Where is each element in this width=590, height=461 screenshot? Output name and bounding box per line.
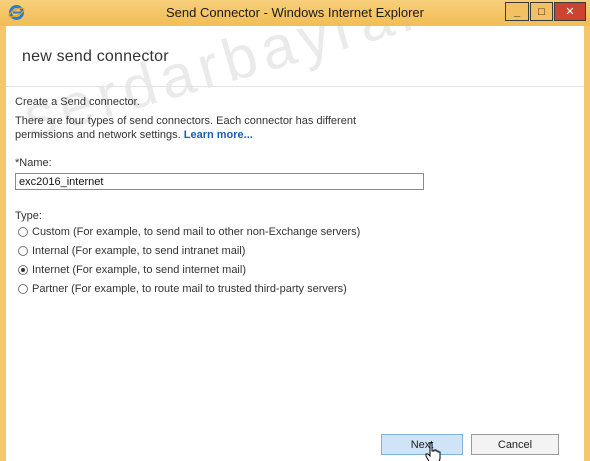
radio-label-internal: Internal (For example, to send intranet … [32,245,246,257]
next-button[interactable]: Next [381,434,463,455]
type-option-custom[interactable]: Custom (For example, to send mail to oth… [18,225,360,239]
cancel-button[interactable]: Cancel [471,434,559,455]
learn-more-link[interactable]: Learn more... [184,129,253,141]
radio-label-partner: Partner (For example, to route mail to t… [32,283,347,295]
dialog-content: serdarbayram.net new send connector Crea… [6,26,584,461]
radio-label-custom: Custom (For example, to send mail to oth… [32,226,361,238]
radio-label-internet: Internet (For example, to send internet … [32,264,246,276]
browser-window: Send Connector - Windows Internet Explor… [0,0,590,461]
description-text: There are four types of send connectors.… [15,114,405,142]
window-title: Send Connector - Windows Internet Explor… [166,5,424,20]
radio-partner[interactable] [18,284,28,294]
close-button[interactable]: ✕ [554,2,586,21]
page-title: new send connector [22,48,169,65]
type-option-partner[interactable]: Partner (For example, to route mail to t… [18,282,347,296]
title-bar[interactable]: Send Connector - Windows Internet Explor… [0,0,590,26]
hand-cursor-icon [425,442,441,461]
maximize-button[interactable]: □ [530,2,553,21]
name-label: *Name: [15,157,52,169]
minimize-button[interactable]: _ [505,2,529,21]
divider [6,86,584,87]
type-option-internet[interactable]: Internet (For example, to send internet … [18,263,246,277]
radio-custom[interactable] [18,227,28,237]
radio-internal[interactable] [18,246,28,256]
radio-internet[interactable] [18,265,28,275]
intro-text: Create a Send connector. [15,96,140,108]
type-label: Type: [15,210,42,222]
name-input[interactable] [15,173,424,190]
type-option-internal[interactable]: Internal (For example, to send intranet … [18,244,245,258]
